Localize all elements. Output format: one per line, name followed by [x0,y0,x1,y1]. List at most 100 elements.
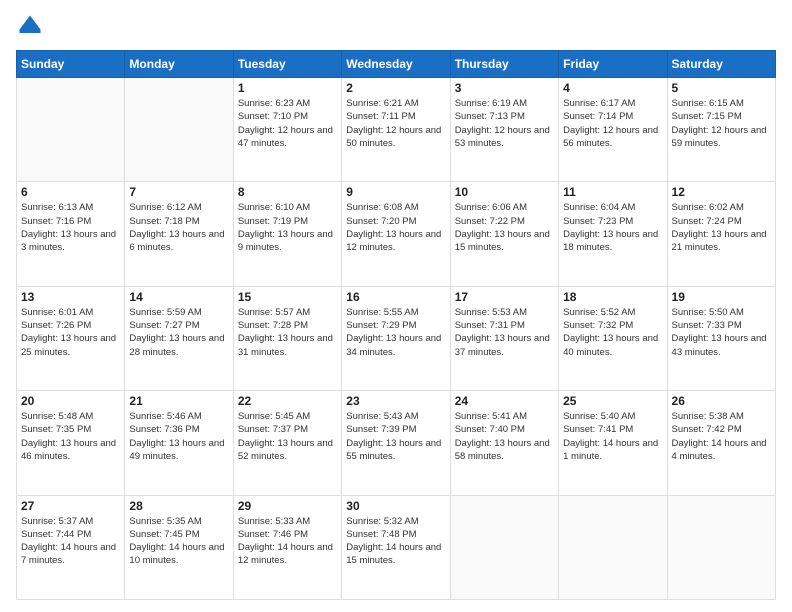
day-number: 2 [346,81,445,95]
calendar-cell [667,495,775,599]
calendar-cell [125,78,233,182]
day-info: Sunrise: 6:12 AM Sunset: 7:18 PM Dayligh… [129,201,228,254]
day-info: Sunrise: 5:45 AM Sunset: 7:37 PM Dayligh… [238,410,337,463]
calendar-cell: 27 Sunrise: 5:37 AM Sunset: 7:44 PM Dayli… [17,495,125,599]
day-info: Sunrise: 5:59 AM Sunset: 7:27 PM Dayligh… [129,306,228,359]
day-number: 25 [563,394,662,408]
calendar-week-3: 13 Sunrise: 6:01 AM Sunset: 7:26 PM Dayli… [17,286,776,390]
calendar-cell: 26 Sunrise: 5:38 AM Sunset: 7:42 PM Dayli… [667,391,775,495]
day-number: 30 [346,499,445,513]
day-info: Sunrise: 5:48 AM Sunset: 7:35 PM Dayligh… [21,410,120,463]
day-info: Sunrise: 6:17 AM Sunset: 7:14 PM Dayligh… [563,97,662,150]
day-number: 17 [455,290,554,304]
day-number: 19 [672,290,771,304]
day-info: Sunrise: 6:10 AM Sunset: 7:19 PM Dayligh… [238,201,337,254]
day-number: 28 [129,499,228,513]
calendar-cell: 30Sunrise: 5:32 AM Sunset: 7:48 PM Dayli… [342,495,450,599]
calendar-cell: 17 Sunrise: 5:53 AM Sunset: 7:31 PM Dayli… [450,286,558,390]
calendar-cell: 12 Sunrise: 6:02 AM Sunset: 7:24 PM Dayli… [667,182,775,286]
day-info: Sunrise: 5:46 AM Sunset: 7:36 PM Dayligh… [129,410,228,463]
day-info: Sunrise: 6:06 AM Sunset: 7:22 PM Dayligh… [455,201,554,254]
day-info: Sunrise: 5:37 AM Sunset: 7:44 PM Dayligh… [21,515,120,568]
day-number: 5 [672,81,771,95]
day-number: 22 [238,394,337,408]
calendar-table: SundayMondayTuesdayWednesdayThursdayFrid… [16,50,776,600]
day-number: 23 [346,394,445,408]
calendar-cell: 20 Sunrise: 5:48 AM Sunset: 7:35 PM Dayli… [17,391,125,495]
day-number: 15 [238,290,337,304]
day-number: 16 [346,290,445,304]
calendar-cell: 9 Sunrise: 6:08 AM Sunset: 7:20 PM Daylig… [342,182,450,286]
calendar-cell: 24 Sunrise: 5:41 AM Sunset: 7:40 PM Dayli… [450,391,558,495]
day-number: 13 [21,290,120,304]
col-header-thursday: Thursday [450,51,558,78]
calendar-cell: 19 Sunrise: 5:50 AM Sunset: 7:33 PM Dayli… [667,286,775,390]
day-info: Sunrise: 6:08 AM Sunset: 7:20 PM Dayligh… [346,201,445,254]
day-number: 27 [21,499,120,513]
calendar-cell: 10Sunrise: 6:06 AM Sunset: 7:22 PM Dayli… [450,182,558,286]
day-number: 18 [563,290,662,304]
day-number: 12 [672,185,771,199]
day-info: Sunrise: 5:43 AM Sunset: 7:39 PM Dayligh… [346,410,445,463]
logo [16,12,48,40]
header [16,12,776,40]
day-number: 20 [21,394,120,408]
calendar-cell [559,495,667,599]
col-header-saturday: Saturday [667,51,775,78]
day-info: Sunrise: 6:04 AM Sunset: 7:23 PM Dayligh… [563,201,662,254]
calendar-cell [17,78,125,182]
calendar-cell: 6 Sunrise: 6:13 AM Sunset: 7:16 PM Daylig… [17,182,125,286]
day-info: Sunrise: 5:57 AM Sunset: 7:28 PM Dayligh… [238,306,337,359]
calendar-cell: 2 Sunrise: 6:21 AM Sunset: 7:11 PM Daylig… [342,78,450,182]
day-info: Sunrise: 6:19 AM Sunset: 7:13 PM Dayligh… [455,97,554,150]
calendar-cell: 4 Sunrise: 6:17 AM Sunset: 7:14 PM Daylig… [559,78,667,182]
day-info: Sunrise: 5:40 AM Sunset: 7:41 PM Dayligh… [563,410,662,463]
day-info: Sunrise: 6:23 AM Sunset: 7:10 PM Dayligh… [238,97,337,150]
calendar-cell [450,495,558,599]
day-info: Sunrise: 6:01 AM Sunset: 7:26 PM Dayligh… [21,306,120,359]
day-number: 21 [129,394,228,408]
day-info: Sunrise: 6:21 AM Sunset: 7:11 PM Dayligh… [346,97,445,150]
calendar-cell: 16 Sunrise: 5:55 AM Sunset: 7:29 PM Dayli… [342,286,450,390]
day-number: 4 [563,81,662,95]
calendar-cell: 3 Sunrise: 6:19 AM Sunset: 7:13 PM Daylig… [450,78,558,182]
calendar-cell: 14 Sunrise: 5:59 AM Sunset: 7:27 PM Dayli… [125,286,233,390]
day-info: Sunrise: 6:02 AM Sunset: 7:24 PM Dayligh… [672,201,771,254]
day-number: 7 [129,185,228,199]
day-number: 6 [21,185,120,199]
day-number: 24 [455,394,554,408]
day-info: Sunrise: 6:15 AM Sunset: 7:15 PM Dayligh… [672,97,771,150]
calendar-cell: 28Sunrise: 5:35 AM Sunset: 7:45 PM Dayli… [125,495,233,599]
calendar-cell: 29Sunrise: 5:33 AM Sunset: 7:46 PM Dayli… [233,495,341,599]
day-number: 1 [238,81,337,95]
day-info: Sunrise: 5:55 AM Sunset: 7:29 PM Dayligh… [346,306,445,359]
calendar-cell: 22 Sunrise: 5:45 AM Sunset: 7:37 PM Dayli… [233,391,341,495]
calendar-cell: 25 Sunrise: 5:40 AM Sunset: 7:41 PM Dayli… [559,391,667,495]
logo-icon [16,12,44,40]
calendar-cell: 5 Sunrise: 6:15 AM Sunset: 7:15 PM Daylig… [667,78,775,182]
calendar-week-5: 27 Sunrise: 5:37 AM Sunset: 7:44 PM Dayli… [17,495,776,599]
calendar-cell: 18 Sunrise: 5:52 AM Sunset: 7:32 PM Dayli… [559,286,667,390]
col-header-friday: Friday [559,51,667,78]
day-info: Sunrise: 5:41 AM Sunset: 7:40 PM Dayligh… [455,410,554,463]
day-info: Sunrise: 6:13 AM Sunset: 7:16 PM Dayligh… [21,201,120,254]
day-number: 26 [672,394,771,408]
calendar-cell: 23 Sunrise: 5:43 AM Sunset: 7:39 PM Dayli… [342,391,450,495]
day-number: 8 [238,185,337,199]
day-number: 3 [455,81,554,95]
calendar-week-4: 20 Sunrise: 5:48 AM Sunset: 7:35 PM Dayli… [17,391,776,495]
col-header-monday: Monday [125,51,233,78]
day-number: 11 [563,185,662,199]
day-info: Sunrise: 5:53 AM Sunset: 7:31 PM Dayligh… [455,306,554,359]
col-header-wednesday: Wednesday [342,51,450,78]
col-header-tuesday: Tuesday [233,51,341,78]
day-number: 9 [346,185,445,199]
day-info: Sunrise: 5:50 AM Sunset: 7:33 PM Dayligh… [672,306,771,359]
calendar-cell: 21 Sunrise: 5:46 AM Sunset: 7:36 PM Dayli… [125,391,233,495]
page: SundayMondayTuesdayWednesdayThursdayFrid… [0,0,792,612]
day-info: Sunrise: 5:52 AM Sunset: 7:32 PM Dayligh… [563,306,662,359]
day-info: Sunrise: 5:38 AM Sunset: 7:42 PM Dayligh… [672,410,771,463]
day-info: Sunrise: 5:33 AM Sunset: 7:46 PM Dayligh… [238,515,337,568]
calendar-cell: 11 Sunrise: 6:04 AM Sunset: 7:23 PM Dayli… [559,182,667,286]
day-number: 14 [129,290,228,304]
